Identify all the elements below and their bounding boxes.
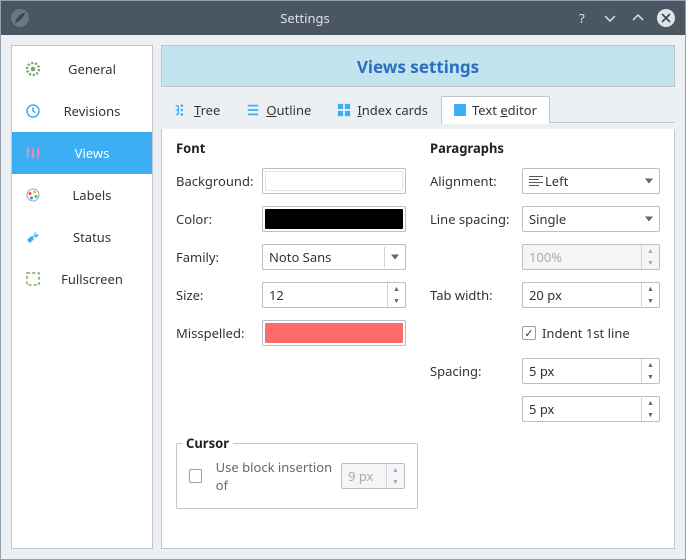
background-label: Background: — [176, 172, 262, 190]
tab-tree[interactable]: TTreeree — [161, 95, 233, 123]
misspelled-label: Misspelled: — [176, 324, 262, 342]
palette-icon — [22, 186, 44, 204]
grid-icon — [337, 103, 351, 117]
close-button[interactable] — [657, 9, 675, 27]
alignment-select[interactable]: Left — [522, 168, 660, 194]
tab-label: TTreeree — [194, 101, 220, 119]
sidebar-item-views[interactable]: Views — [12, 132, 152, 174]
sidebar-item-label: Views — [50, 144, 152, 162]
misspelled-color-picker[interactable] — [262, 320, 406, 346]
indent-checkbox[interactable] — [522, 326, 536, 340]
paragraphs-heading: Paragraphs — [430, 139, 660, 157]
background-color-picker[interactable] — [262, 168, 406, 194]
paragraphs-group: Paragraphs Alignment: Left Line spacing:… — [430, 139, 660, 433]
sidebar-item-general[interactable]: General — [12, 48, 152, 90]
tab-label: OOutlineutline — [266, 101, 311, 119]
cursor-heading: Cursor — [182, 434, 233, 452]
linespacing-pct-spinner: 100% ▲▼ — [522, 244, 660, 270]
block-insertion-spinner: 9 px ▲▼ — [341, 463, 405, 489]
sidebar-item-label: Revisions — [50, 102, 152, 120]
help-button[interactable]: ? — [573, 9, 591, 27]
sidebar: General Revisions Views Labels — [11, 45, 153, 549]
spacing-top-spinner[interactable]: 5 px ▲▼ — [522, 358, 660, 384]
font-group: Font Background: Color: Family: Noto San… — [176, 139, 406, 433]
settings-window: Settings ? General — [0, 0, 686, 560]
linespacing-label: Line spacing: — [430, 210, 522, 228]
sidebar-item-label: Fullscreen — [50, 270, 152, 288]
text-editor-icon — [454, 104, 466, 116]
banner-title: Views settings — [357, 55, 479, 78]
sidebar-item-label: General — [50, 60, 152, 78]
spacing-bottom-spinner[interactable]: 5 px ▲▼ — [522, 396, 660, 422]
font-heading: Font — [176, 139, 406, 157]
linespacing-select[interactable]: Single — [522, 206, 660, 232]
gear-icon — [22, 60, 44, 78]
sidebar-item-status[interactable]: Status — [12, 216, 152, 258]
font-color-picker[interactable] — [262, 206, 406, 232]
outline-icon — [246, 103, 260, 117]
align-left-icon — [529, 176, 543, 186]
maximize-button[interactable] — [629, 9, 647, 27]
wrench-icon — [22, 228, 44, 246]
window-title: Settings — [37, 9, 573, 27]
sidebar-item-fullscreen[interactable]: Fullscreen — [12, 258, 152, 300]
window-controls: ? — [573, 9, 675, 27]
family-label: Family: — [176, 248, 262, 266]
sidebar-item-revisions[interactable]: Revisions — [12, 90, 152, 132]
block-insertion-label: Use block insertion ofUse block insertio… — [216, 458, 333, 494]
tab-content: Font Background: Color: Family: Noto San… — [161, 129, 675, 549]
fullscreen-icon — [22, 270, 44, 288]
cursor-group: Cursor Use block insertion ofUse block i… — [176, 443, 418, 509]
app-icon — [11, 9, 29, 27]
tab-label: IIndex cardsndex cards — [357, 101, 428, 119]
sidebar-item-label: Labels — [50, 186, 152, 204]
color-label: Color: — [176, 210, 262, 228]
size-label: Size: — [176, 286, 262, 304]
tabwidth-label: Tab width: — [430, 286, 522, 304]
banner: Views settings — [161, 45, 675, 87]
titlebar: Settings ? — [1, 1, 685, 35]
tabwidth-spinner[interactable]: 20 px ▲▼ — [522, 282, 660, 308]
tabs: TTreeree OOutlineutline IIndex cardsndex… — [161, 93, 675, 123]
tree-icon — [174, 103, 188, 117]
sliders-icon — [22, 144, 44, 162]
indent-label: Indent 1st lineIndent 1st line — [542, 324, 630, 342]
body: General Revisions Views Labels — [1, 35, 685, 559]
sidebar-item-labels[interactable]: Labels — [12, 174, 152, 216]
spacing-label: Spacing: — [430, 362, 522, 380]
minimize-button[interactable] — [601, 9, 619, 27]
sidebar-item-label: Status — [50, 228, 152, 246]
tab-text-editor[interactable]: Text eText editorditor — [441, 96, 550, 124]
tab-index-cards[interactable]: IIndex cardsndex cards — [324, 95, 441, 123]
font-family-select[interactable]: Noto Sans — [262, 244, 406, 270]
block-insertion-checkbox[interactable] — [189, 469, 202, 483]
alignment-label: Alignment: — [430, 172, 522, 190]
tab-label: Text eText editorditor — [472, 101, 537, 119]
clock-icon — [22, 102, 44, 120]
font-size-spinner[interactable]: 12 ▲▼ — [262, 282, 406, 308]
tab-outline[interactable]: OOutlineutline — [233, 95, 324, 123]
main: Views settings TTreeree OOutlineutline I… — [161, 45, 675, 549]
